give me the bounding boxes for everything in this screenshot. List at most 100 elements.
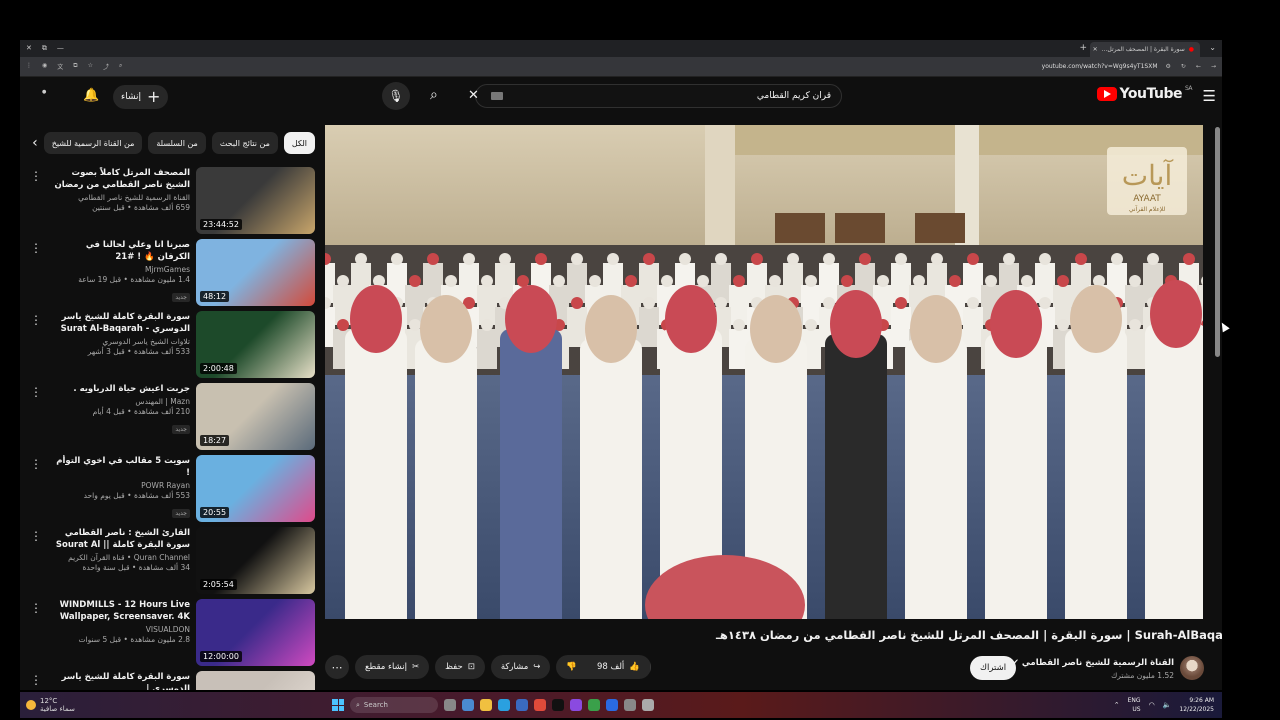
tray-chevron-icon[interactable]: ⌃ bbox=[1114, 701, 1120, 709]
share-button[interactable]: مشاركة ↪ bbox=[490, 655, 551, 679]
more-options-icon[interactable]: ⋮ bbox=[30, 529, 42, 543]
like-button[interactable]: 98 ألف 👍 bbox=[587, 655, 651, 679]
chrome-icon[interactable] bbox=[534, 699, 546, 711]
translate-icon[interactable]: 文 bbox=[57, 62, 63, 71]
app-icon[interactable] bbox=[642, 699, 654, 711]
video-thumbnail[interactable]: 20:55 bbox=[196, 455, 315, 522]
app-icon[interactable] bbox=[606, 699, 618, 711]
profile-icon[interactable]: ◉ bbox=[42, 62, 47, 71]
app-icon[interactable] bbox=[570, 699, 582, 711]
search-input[interactable]: قران كريم القطامي bbox=[475, 84, 842, 108]
new-tab-button[interactable]: + bbox=[1079, 43, 1087, 53]
browser-tab-active[interactable]: ● سورة البقرة | المصحف المرتل... ✕ bbox=[1090, 42, 1200, 57]
notifications-bell-icon[interactable]: 🔔 bbox=[83, 88, 99, 103]
store-icon[interactable] bbox=[516, 699, 528, 711]
more-options-icon[interactable]: ⋮ bbox=[30, 313, 42, 327]
related-title[interactable]: القارئ الشيخ : ناصر القطامي سورة البقرة … bbox=[52, 527, 190, 551]
more-options-icon[interactable]: ⋮ bbox=[30, 457, 42, 471]
more-options-icon[interactable]: ⋮ bbox=[30, 385, 42, 399]
chip-channel[interactable]: من القناة الرسمية للشيخ bbox=[43, 132, 143, 154]
related-channel[interactable]: Mazn | المهندس bbox=[52, 397, 190, 406]
create-button[interactable]: إنشاء + bbox=[113, 85, 169, 109]
subscribe-button[interactable]: اشتراك bbox=[970, 656, 1017, 680]
related-channel[interactable]: POWR Rayan bbox=[52, 481, 190, 490]
app-icon[interactable] bbox=[624, 699, 636, 711]
related-title[interactable]: جربت اعيش حياة الدرباويه . bbox=[52, 383, 190, 395]
chip-scroll-left-icon[interactable]: ‹ bbox=[28, 135, 38, 151]
list-item[interactable]: سورة البقرة كاملة للشيخ ياسر الدوسري | ⋮ bbox=[30, 671, 315, 690]
more-options-icon[interactable]: ⋮ bbox=[30, 241, 42, 255]
chip-search-results[interactable]: من نتائج البحث bbox=[211, 132, 278, 154]
clip-button[interactable]: إنشاء مقطع ✂ bbox=[355, 655, 430, 679]
list-item[interactable]: 23:44:52 المصحف المرتل كاملاً بصوت الشيخ … bbox=[30, 167, 315, 239]
volume-icon[interactable]: 🔈 bbox=[1163, 701, 1172, 709]
related-channel[interactable]: Quran Channel • قناة القرآن الكريم bbox=[52, 553, 190, 562]
minimize-window-icon[interactable]: — bbox=[57, 44, 64, 53]
dislike-button[interactable]: 👎 bbox=[556, 655, 587, 679]
list-item[interactable]: 2:05:54 القارئ الشيخ : ناصر القطامي سورة … bbox=[30, 527, 315, 599]
related-title[interactable]: WINDMILLS - 12 Hours Live Wallpaper, Scr… bbox=[52, 599, 190, 623]
more-options-icon[interactable]: ⋮ bbox=[30, 673, 42, 687]
channel-avatar[interactable] bbox=[1180, 656, 1204, 680]
wifi-icon[interactable]: ◠ bbox=[1149, 701, 1155, 709]
related-channel[interactable]: VISUALDON bbox=[52, 625, 190, 634]
video-thumbnail[interactable]: 23:44:52 bbox=[196, 167, 315, 234]
bookmark-star-icon[interactable]: ☆ bbox=[88, 62, 93, 71]
related-title[interactable]: صبرنا انا وعلي لحالنا في الكرفان 🔥 ! #21 bbox=[52, 239, 190, 263]
youtube-logo[interactable]: YouTube SA bbox=[1096, 85, 1193, 102]
extensions-icon[interactable]: ⧉ bbox=[73, 62, 77, 71]
language-indicator[interactable]: ENG US bbox=[1128, 696, 1141, 714]
list-item[interactable]: 12:00:00 WINDMILLS - 12 Hours Live Wallpa… bbox=[30, 599, 315, 671]
clear-search-icon[interactable]: ✕ bbox=[468, 88, 479, 103]
video-thumbnail[interactable]: 2:00:48 bbox=[196, 311, 315, 378]
more-options-icon[interactable]: ⋮ bbox=[30, 169, 42, 183]
channel-name[interactable]: القناة الرسمية للشيخ ناصر القطامي ✔ bbox=[1012, 658, 1174, 668]
tiktok-icon[interactable] bbox=[552, 699, 564, 711]
list-item[interactable]: 18:27 جربت اعيش حياة الدرباويه . Mazn | ال… bbox=[30, 383, 315, 455]
close-window-icon[interactable]: ✕ bbox=[26, 44, 32, 53]
related-title[interactable]: سويت 5 مقالب في اخوي التوأم ! bbox=[52, 455, 190, 479]
forward-icon[interactable]: → bbox=[1211, 63, 1216, 70]
related-channel[interactable]: MjrmGames bbox=[52, 265, 190, 274]
back-icon[interactable]: ← bbox=[1196, 63, 1201, 70]
share-page-icon[interactable]: ⤴ bbox=[103, 62, 109, 71]
guide-menu-icon[interactable]: ☰ bbox=[1203, 87, 1216, 105]
taskbar-search[interactable]: ⌕ Search bbox=[350, 697, 438, 713]
site-settings-icon[interactable]: ⚙ bbox=[1166, 63, 1171, 70]
list-item[interactable]: 48:12 صبرنا انا وعلي لحالنا في الكرفان 🔥 … bbox=[30, 239, 315, 311]
related-title[interactable]: سورة البقرة كاملة للشيخ ياسر الدوسري | bbox=[52, 671, 190, 690]
list-item[interactable]: 2:00:48 سورة البقرة كاملة للشيخ ياسر الدو… bbox=[30, 311, 315, 383]
url-field[interactable]: youtube.com/watch?v=Wg9s4yT1SXM bbox=[1042, 63, 1158, 70]
video-thumbnail[interactable]: 12:00:00 bbox=[196, 599, 315, 666]
tab-list-icon[interactable]: ⌄ bbox=[1209, 43, 1216, 52]
more-actions-button[interactable]: ⋯ bbox=[325, 655, 349, 679]
account-avatar-icon[interactable]: ● bbox=[42, 89, 46, 95]
menu-dots-icon[interactable]: ⋮ bbox=[26, 62, 32, 71]
clock[interactable]: 9:26 AM 12/22/2025 bbox=[1179, 696, 1214, 714]
chip-series[interactable]: من السلسلة bbox=[148, 132, 206, 154]
file-explorer-icon[interactable] bbox=[480, 699, 492, 711]
video-thumbnail[interactable] bbox=[196, 671, 315, 690]
video-thumbnail[interactable]: 18:27 bbox=[196, 383, 315, 450]
video-thumbnail[interactable]: 2:05:54 bbox=[196, 527, 315, 594]
tab-close-icon[interactable]: ✕ bbox=[1093, 46, 1098, 53]
zoom-icon[interactable]: ⌕ bbox=[119, 62, 122, 71]
video-thumbnail[interactable]: 48:12 bbox=[196, 239, 315, 306]
reload-icon[interactable]: ↻ bbox=[1181, 63, 1186, 70]
related-channel[interactable]: تلاوات الشيخ ياسر الدوسري bbox=[52, 337, 190, 346]
voice-search-icon[interactable]: 🎙 bbox=[382, 82, 410, 110]
video-player[interactable]: آيات AYAAT للإعلام القرآني bbox=[325, 125, 1203, 619]
widgets-icon[interactable] bbox=[462, 699, 474, 711]
windows-start-icon[interactable] bbox=[332, 699, 344, 711]
save-button[interactable]: حفظ ⊡ bbox=[435, 655, 485, 679]
restore-window-icon[interactable]: ⧉ bbox=[42, 44, 47, 53]
related-title[interactable]: المصحف المرتل كاملاً بصوت الشيخ ناصر الق… bbox=[52, 167, 190, 191]
search-icon[interactable]: ⌕ bbox=[430, 87, 438, 103]
task-view-icon[interactable] bbox=[444, 699, 456, 711]
related-channel[interactable]: القناة الرسمية للشيخ ناصر القطامي bbox=[52, 193, 190, 202]
app-icon[interactable] bbox=[588, 699, 600, 711]
list-item[interactable]: 20:55 سويت 5 مقالب في اخوي التوأم ! POWR R… bbox=[30, 455, 315, 527]
weather-widget[interactable]: 12°C سماء صافية bbox=[26, 697, 75, 713]
related-title[interactable]: سورة البقرة كاملة للشيخ ياسر الدوسري - S… bbox=[52, 311, 190, 335]
keyboard-icon[interactable] bbox=[491, 92, 503, 100]
